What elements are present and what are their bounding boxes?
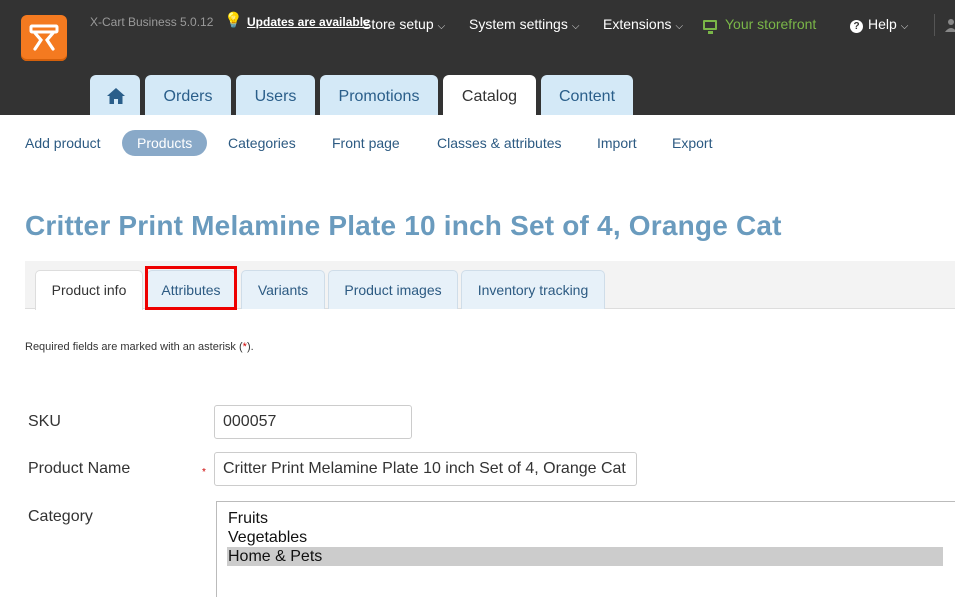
chevron-down-icon: ⌵ xyxy=(900,21,909,32)
nav-extensions[interactable]: Extensions ⌵ xyxy=(603,16,683,32)
tab-variants[interactable]: Variants xyxy=(241,270,325,309)
tab-home[interactable] xyxy=(90,75,140,115)
top-bar: X-Cart Business 5.0.12 💡 Updates are ava… xyxy=(0,0,955,115)
category-select[interactable]: Fruits Vegetables Home & Pets xyxy=(216,501,955,597)
page-title: Critter Print Melamine Plate 10 inch Set… xyxy=(25,210,782,241)
subnav-classes-attributes[interactable]: Classes & attributes xyxy=(437,135,562,151)
tab-content[interactable]: Content xyxy=(541,75,633,115)
product-name-label: Product Name xyxy=(28,460,131,477)
tab-users[interactable]: Users xyxy=(236,75,315,115)
nav-help[interactable]: ? Help ⌵ xyxy=(850,16,908,33)
chevron-down-icon: ⌵ xyxy=(675,21,684,32)
subnav-add-product[interactable]: Add product xyxy=(25,135,101,151)
subnav-export[interactable]: Export xyxy=(672,135,712,151)
user-icon[interactable] xyxy=(945,18,955,32)
required-fields-note: Required fields are marked with an aster… xyxy=(25,341,254,353)
nav-divider xyxy=(934,14,935,36)
subnav-front-page[interactable]: Front page xyxy=(332,135,400,151)
tab-catalog[interactable]: Catalog xyxy=(443,75,536,115)
sku-input[interactable] xyxy=(214,405,412,439)
xcart-logo[interactable] xyxy=(21,15,67,61)
home-icon xyxy=(107,88,125,104)
monitor-icon xyxy=(703,20,717,34)
help-icon: ? xyxy=(850,20,863,33)
category-label: Category xyxy=(28,508,93,525)
nav-system-settings[interactable]: System settings ⌵ xyxy=(469,16,579,32)
category-option[interactable]: Vegetables xyxy=(227,528,943,547)
updates-link[interactable]: Updates are available xyxy=(247,15,370,29)
sku-label: SKU xyxy=(28,413,61,430)
nav-store-setup[interactable]: Store setup ⌵ xyxy=(362,16,445,32)
required-asterisk: * xyxy=(202,467,206,478)
version-label: X-Cart Business 5.0.12 xyxy=(90,15,214,29)
tab-inventory-tracking[interactable]: Inventory tracking xyxy=(461,270,605,309)
tab-promotions[interactable]: Promotions xyxy=(320,75,438,115)
product-name-input[interactable] xyxy=(214,452,637,486)
category-option[interactable]: Fruits xyxy=(227,509,943,528)
lightbulb-icon: 💡 xyxy=(224,12,243,29)
chevron-down-icon: ⌵ xyxy=(437,21,446,32)
nav-your-storefront[interactable]: Your storefront xyxy=(703,16,816,34)
subnav-products[interactable]: Products xyxy=(122,130,208,156)
tab-product-info[interactable]: Product info xyxy=(35,270,143,310)
subnav-import[interactable]: Import xyxy=(597,135,637,151)
tab-orders[interactable]: Orders xyxy=(145,75,231,115)
chevron-down-icon: ⌵ xyxy=(571,21,580,32)
logo-icon xyxy=(29,24,59,51)
subnav-categories[interactable]: Categories xyxy=(228,135,296,151)
tab-product-images[interactable]: Product images xyxy=(328,270,458,309)
attributes-tab-highlight xyxy=(145,266,237,310)
category-option-selected[interactable]: Home & Pets xyxy=(227,547,943,566)
